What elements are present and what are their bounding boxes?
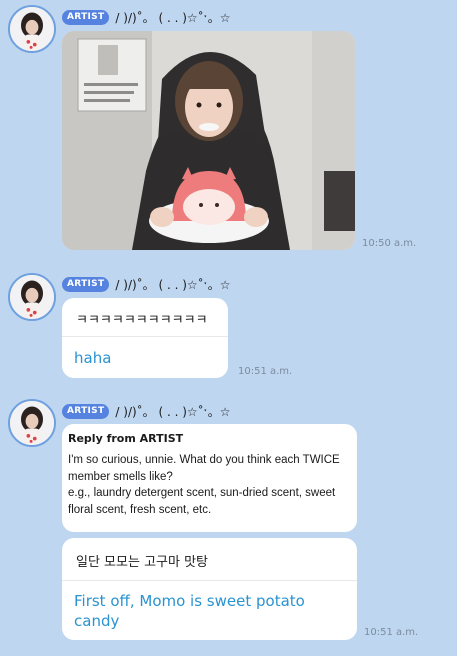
message-time: 10:51 a.m. bbox=[238, 366, 293, 377]
sender-name: / )/)˚。 ( . . )☆˚ˑ。☆ bbox=[115, 10, 231, 25]
avatar[interactable] bbox=[8, 5, 56, 53]
message-header: ARTIST / )/)˚。 ( . . )☆˚ˑ。☆ bbox=[62, 9, 230, 25]
avatar-image bbox=[10, 7, 54, 51]
avatar[interactable] bbox=[8, 399, 56, 447]
avatar[interactable] bbox=[8, 273, 56, 321]
artist-badge: ARTIST bbox=[62, 403, 110, 419]
text-message[interactable]: 일단 모모는 고구마 맛탕 First off, Momo is sweet p… bbox=[62, 538, 357, 640]
message-time: 10:51 a.m. bbox=[364, 627, 419, 638]
avatar-image bbox=[10, 401, 54, 445]
divider bbox=[62, 580, 357, 581]
artist-badge: ARTIST bbox=[62, 276, 110, 292]
text-message[interactable]: ㅋㅋㅋㅋㅋㅋㅋㅋㅋㅋㅋ haha bbox=[62, 298, 228, 378]
reply-quote[interactable]: Reply from ARTIST I'm so curious, unnie.… bbox=[62, 424, 357, 532]
message-header: ARTIST / )/)˚。 ( . . )☆˚ˑ。☆ bbox=[62, 403, 230, 419]
translated-text: haha bbox=[74, 349, 112, 367]
reply-body: I'm so curious, unnie. What do you think… bbox=[68, 452, 350, 518]
sender-name: / )/)˚。 ( . . )☆˚ˑ。☆ bbox=[115, 404, 231, 419]
divider bbox=[62, 336, 228, 337]
reply-body-text: I'm so curious, unnie. What do you think… bbox=[68, 454, 340, 516]
message-header: ARTIST / )/)˚。 ( . . )☆˚ˑ。☆ bbox=[62, 276, 230, 292]
original-text: ㅋㅋㅋㅋㅋㅋㅋㅋㅋㅋㅋ bbox=[76, 313, 208, 328]
artist-badge: ARTIST bbox=[62, 9, 110, 25]
sender-name: / )/)˚。 ( . . )☆˚ˑ。☆ bbox=[115, 277, 231, 292]
photo-message[interactable] bbox=[62, 31, 355, 250]
original-text: 일단 모모는 고구마 맛탕 bbox=[76, 555, 208, 570]
message-photo[interactable] bbox=[62, 31, 355, 250]
chat-thread: ARTIST / )/)˚。 ( . . )☆˚ˑ。☆ 10:50 a.m. A… bbox=[0, 0, 457, 656]
avatar-image bbox=[10, 275, 54, 319]
translated-text: First off, Momo is sweet potato candy bbox=[74, 592, 305, 630]
reply-title: Reply from ARTIST bbox=[68, 432, 184, 445]
message-time: 10:50 a.m. bbox=[362, 238, 417, 249]
